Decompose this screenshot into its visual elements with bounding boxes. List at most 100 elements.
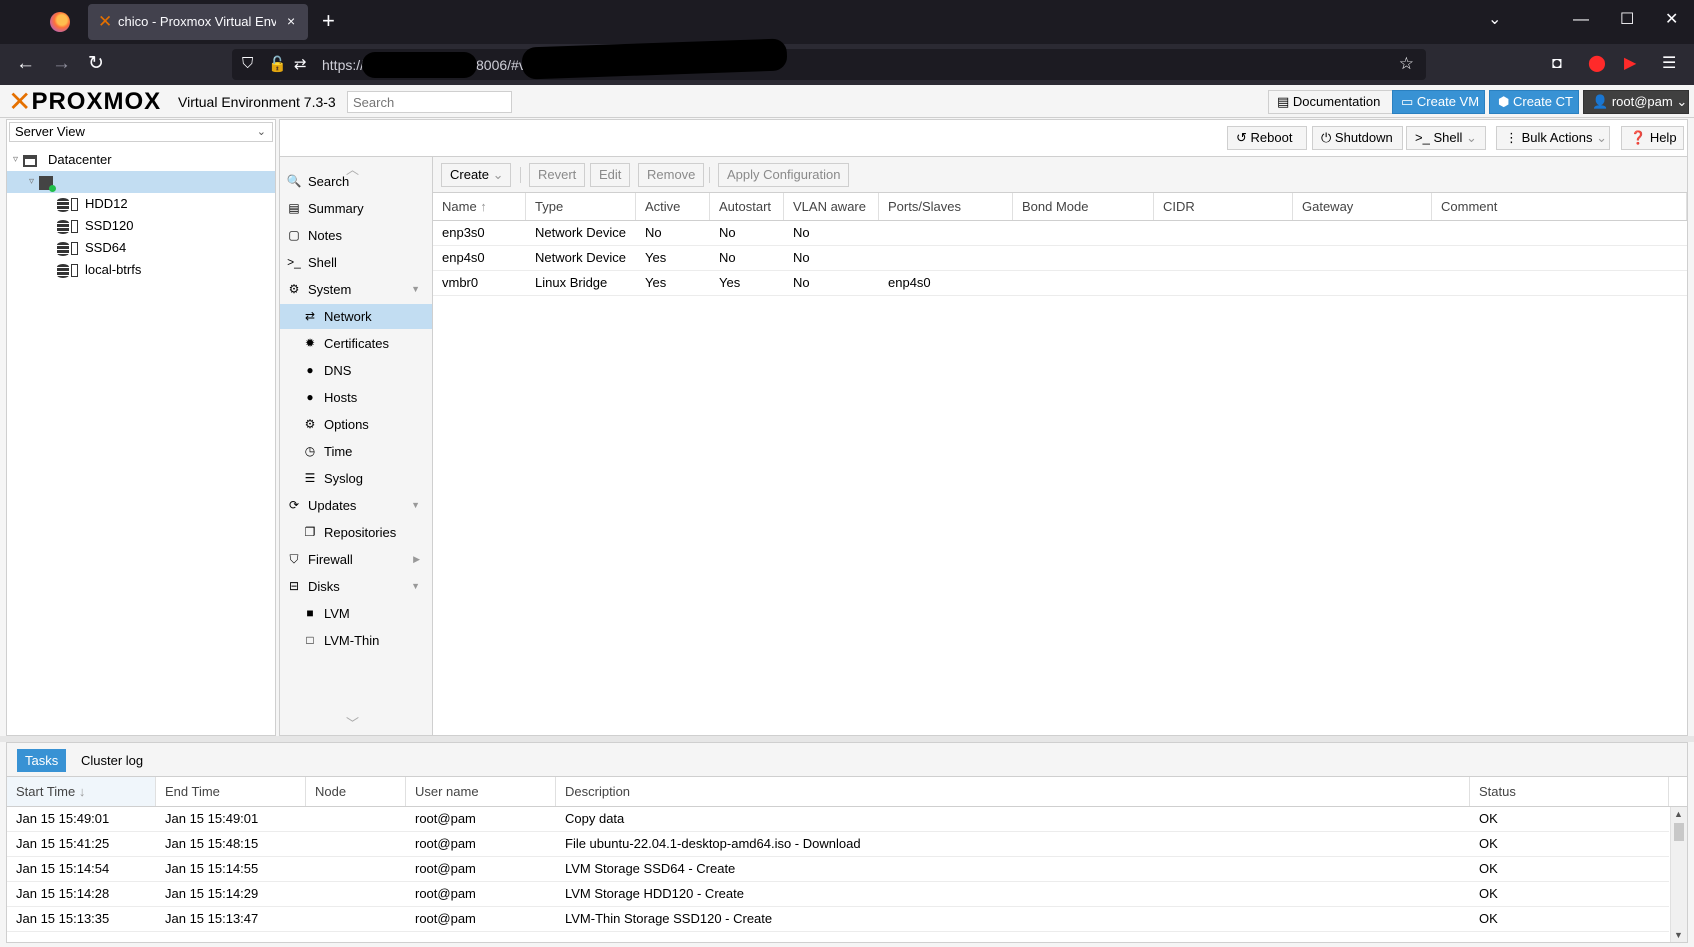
tab-list-chevron-icon[interactable]: ⌄ xyxy=(1488,11,1501,29)
nav-item-repositories[interactable]: ❐ Repositories xyxy=(280,520,432,545)
back-arrow-icon[interactable]: ← xyxy=(16,53,35,75)
table-cell xyxy=(306,907,406,931)
nav-item-lvm-thin[interactable]: □ LVM-Thin xyxy=(280,628,432,653)
version-label: Virtual Environment 7.3-3 xyxy=(178,94,336,110)
column-header-active[interactable]: Active xyxy=(636,193,710,220)
nav-item-options[interactable]: ⚙ Options xyxy=(280,412,432,437)
task-row[interactable]: Jan 15 15:14:54 Jan 15 15:14:55 root@pam LV… xyxy=(7,857,1669,882)
youtube-extension-icon[interactable]: ▶ xyxy=(1624,54,1636,74)
column-header-bond-mode[interactable]: Bond Mode xyxy=(1013,193,1154,220)
tree-storage[interactable]: SSD120 xyxy=(7,215,275,237)
minimize-icon[interactable]: — xyxy=(1573,11,1589,29)
search-input[interactable] xyxy=(347,91,512,113)
permissions-icon[interactable]: ⇄ xyxy=(294,55,307,73)
maximize-icon[interactable]: ☐ xyxy=(1620,11,1634,29)
scroll-up-icon[interactable]: ▲ xyxy=(1674,809,1683,819)
firefox-icon[interactable] xyxy=(50,12,70,32)
scroll-down-icon[interactable]: ﹀ xyxy=(346,713,359,732)
url-bar[interactable]: ⛉ 🔓 ⇄ https:// 8006/#v1 ☆ xyxy=(232,38,1426,80)
collapse-icon[interactable]: ▿ xyxy=(29,171,34,193)
task-row[interactable]: Jan 15 15:14:28 Jan 15 15:14:29 root@pam LV… xyxy=(7,882,1669,907)
lock-warning-icon[interactable]: 🔓 xyxy=(268,55,287,73)
column-header-name[interactable]: Name ↑ xyxy=(433,193,526,220)
nav-item-lvm[interactable]: ■ LVM xyxy=(280,601,432,626)
task-row[interactable]: Jan 15 15:13:35 Jan 15 15:13:47 root@pam LV… xyxy=(7,907,1669,932)
expand-down-icon[interactable]: ▼ xyxy=(411,277,420,302)
nav-item-certificates[interactable]: ✹ Certificates xyxy=(280,331,432,356)
nav-item-disks[interactable]: ⊟ Disks ▼ xyxy=(280,574,432,599)
tab-cluster-log[interactable]: Cluster log xyxy=(73,749,151,772)
scroll-down-icon[interactable]: ▼ xyxy=(1674,930,1683,940)
nav-item-updates[interactable]: ⟳ Updates ▼ xyxy=(280,493,432,518)
column-header-end-time[interactable]: End Time xyxy=(156,777,306,806)
column-header-start-time[interactable]: Start Time ↓ xyxy=(7,777,156,806)
reboot-button[interactable]: ↺ Reboot xyxy=(1227,126,1307,150)
tree-storage[interactable]: local-btrfs xyxy=(7,259,275,281)
menu-icon[interactable]: ☰ xyxy=(1662,54,1676,74)
reload-icon[interactable]: ↻ xyxy=(88,53,104,75)
column-header-type[interactable]: Type xyxy=(526,193,636,220)
create-vm-button[interactable]: ▭ Create VM xyxy=(1392,90,1485,114)
table-row[interactable]: vmbr0 Linux Bridge Yes Yes No enp4s0 xyxy=(433,271,1687,296)
shell-button[interactable]: >_ Shell ⌄ xyxy=(1406,126,1486,150)
tab-close-icon[interactable]: × xyxy=(287,13,295,29)
tab-tasks[interactable]: Tasks xyxy=(17,749,67,772)
column-header-comment[interactable]: Comment xyxy=(1432,193,1687,220)
expand-down-icon[interactable]: ▼ xyxy=(411,493,420,518)
network-grid-header: Name ↑ Type Active Autostart VLAN aware Ports… xyxy=(433,193,1687,221)
proxmox-logo[interactable]: ✕ PROXMOX xyxy=(8,88,161,116)
tree-datacenter[interactable]: ▿ Datacenter xyxy=(7,149,275,171)
edit-button[interactable]: Edit xyxy=(590,163,631,187)
table-row[interactable]: enp4s0 Network Device Yes No No xyxy=(433,246,1687,271)
bulk-actions-button[interactable]: ⋮ Bulk Actions ⌄ xyxy=(1496,126,1610,150)
column-header-ports-slaves[interactable]: Ports/Slaves xyxy=(879,193,1013,220)
column-header-autostart[interactable]: Autostart xyxy=(710,193,784,220)
nav-item-dns[interactable]: ● DNS xyxy=(280,358,432,383)
column-header-status[interactable]: Status xyxy=(1470,777,1669,806)
browser-tab[interactable]: ✕ chico - Proxmox Virtual Environment × xyxy=(88,4,308,40)
column-header-node[interactable]: Node xyxy=(306,777,406,806)
nav-item-search[interactable]: 🔍 Search xyxy=(280,169,432,194)
forward-arrow-icon[interactable]: → xyxy=(52,53,71,75)
tree-node[interactable]: ▿ xyxy=(7,171,275,193)
nav-item-firewall[interactable]: ⛉ Firewall ▶ xyxy=(280,547,432,572)
shutdown-button[interactable]: ⏻ Shutdown xyxy=(1312,126,1403,150)
nav-item-notes[interactable]: ▢ Notes xyxy=(280,223,432,248)
column-header-gateway[interactable]: Gateway xyxy=(1293,193,1432,220)
column-header-description[interactable]: Description xyxy=(556,777,1470,806)
column-header-cidr[interactable]: CIDR xyxy=(1154,193,1293,220)
nav-item-system[interactable]: ⚙ System ▼ xyxy=(280,277,432,302)
expand-right-icon[interactable]: ▶ xyxy=(413,547,420,572)
nav-item-summary[interactable]: ▤ Summary xyxy=(280,196,432,221)
tree-storage[interactable]: SSD64 xyxy=(7,237,275,259)
window-close-icon[interactable]: ✕ xyxy=(1665,11,1678,29)
user-menu-button[interactable]: 👤 root@pam ⌄ xyxy=(1583,90,1689,114)
extension-red-icon[interactable]: ⬤ xyxy=(1588,54,1606,74)
nav-item-shell[interactable]: >_ Shell xyxy=(280,250,432,275)
column-header-vlan-aware[interactable]: VLAN aware xyxy=(784,193,879,220)
task-row[interactable]: Jan 15 15:41:25 Jan 15 15:48:15 root@pam Fi… xyxy=(7,832,1669,857)
nav-item-syslog[interactable]: ☰ Syslog xyxy=(280,466,432,491)
revert-button[interactable]: Revert xyxy=(529,163,586,187)
help-button[interactable]: ❓ Help xyxy=(1621,126,1684,150)
task-scrollbar[interactable]: ▲ ▼ xyxy=(1670,807,1687,942)
collapse-icon[interactable]: ▿ xyxy=(13,149,18,171)
create-ct-button[interactable]: ⬢ Create CT xyxy=(1489,90,1579,114)
scroll-thumb[interactable] xyxy=(1674,823,1684,841)
pocket-icon[interactable]: ◘ xyxy=(1552,54,1562,74)
nav-item-time[interactable]: ◷ Time xyxy=(280,439,432,464)
create-button[interactable]: Create ⌄ xyxy=(441,163,511,187)
nav-item-network[interactable]: ⇄ Network xyxy=(280,304,432,329)
expand-down-icon[interactable]: ▼ xyxy=(411,574,420,599)
apply-configuration-button[interactable]: Apply Configuration xyxy=(718,163,850,187)
new-tab-button[interactable]: + xyxy=(322,9,335,33)
view-selector[interactable]: Server View ⌄ xyxy=(9,122,273,142)
bookmark-star-icon[interactable]: ☆ xyxy=(1399,54,1414,74)
nav-item-hosts[interactable]: ● Hosts xyxy=(280,385,432,410)
shield-icon[interactable]: ⛉ xyxy=(242,55,253,72)
tree-storage[interactable]: HDD12 xyxy=(7,193,275,215)
table-row[interactable]: enp3s0 Network Device No No No xyxy=(433,221,1687,246)
column-header-user-name[interactable]: User name xyxy=(406,777,556,806)
task-row[interactable]: Jan 15 15:49:01 Jan 15 15:49:01 root@pam Co… xyxy=(7,807,1669,832)
remove-button[interactable]: Remove xyxy=(638,163,705,187)
